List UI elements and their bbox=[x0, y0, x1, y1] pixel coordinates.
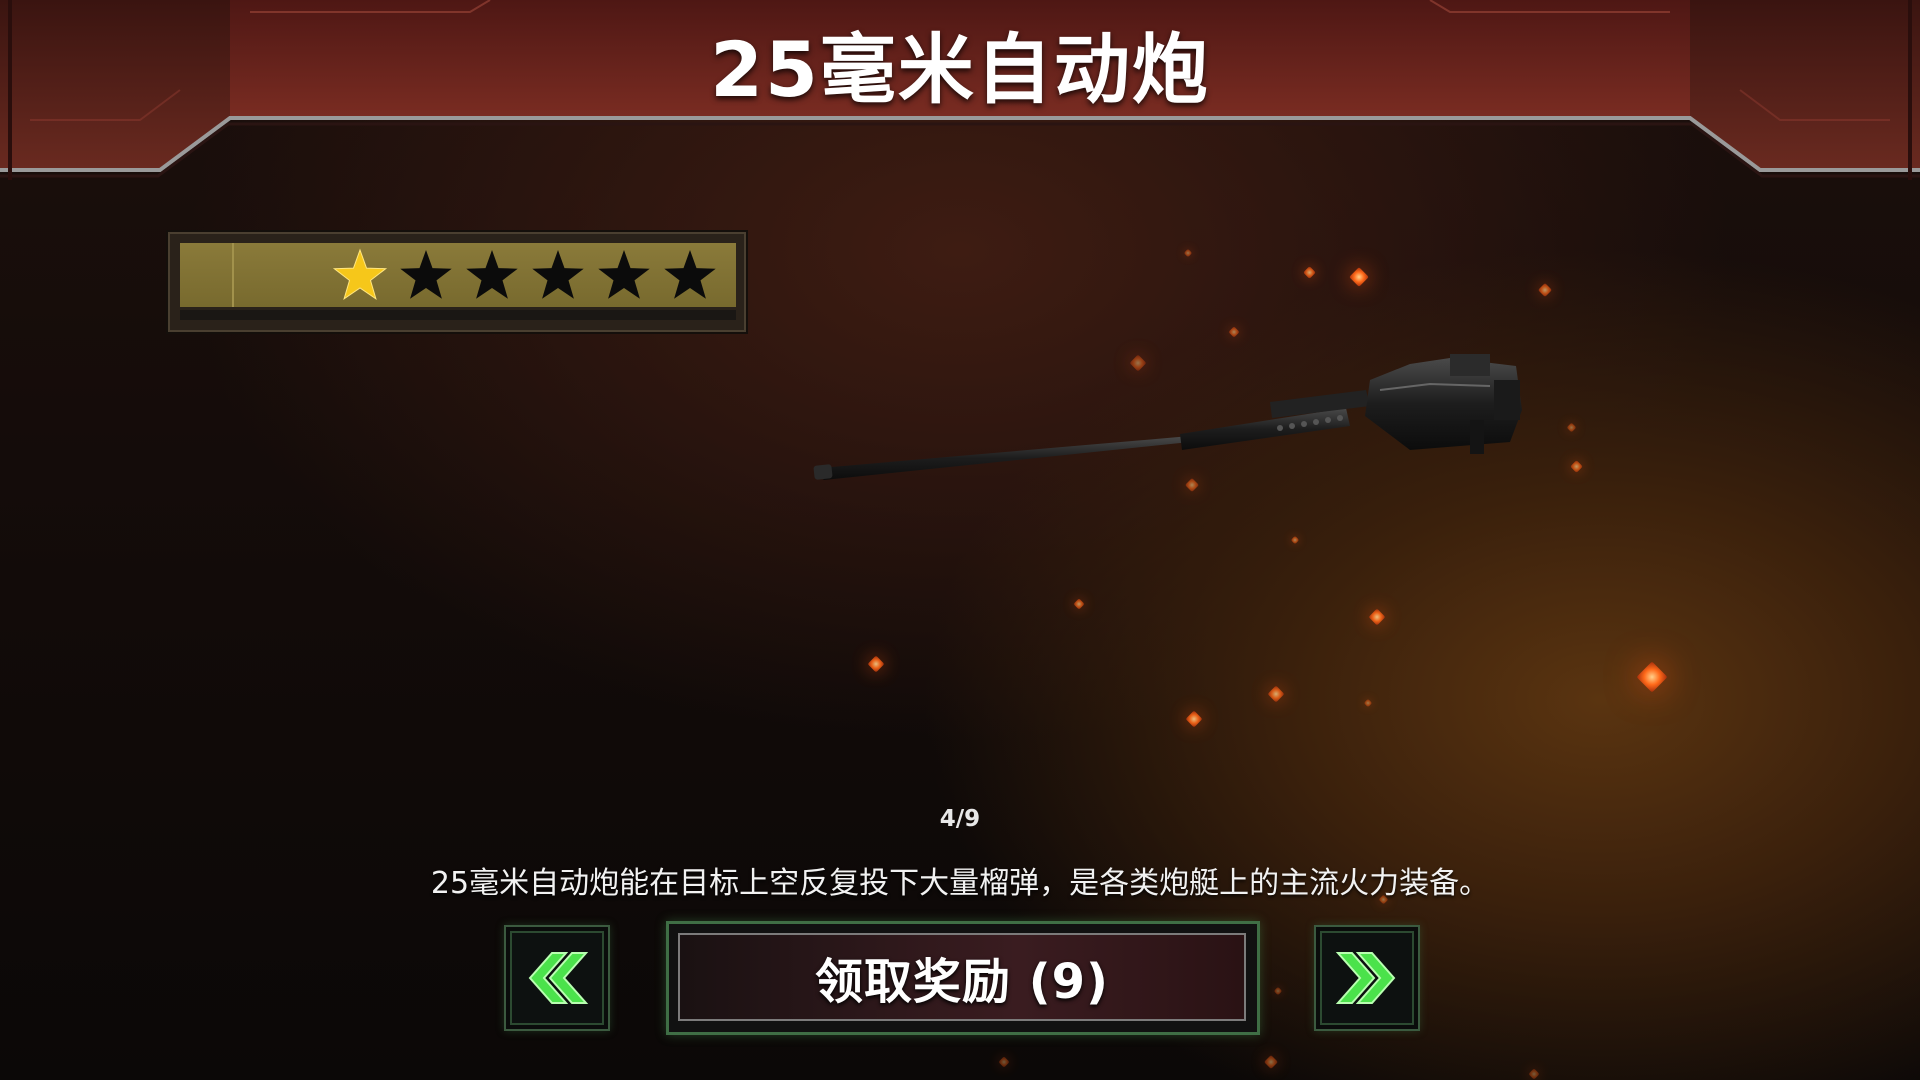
star-rating bbox=[168, 232, 746, 332]
ember-particle bbox=[1073, 598, 1085, 610]
page-counter: 4/9 bbox=[939, 806, 981, 832]
ember-particle bbox=[1636, 661, 1668, 693]
ember-particle bbox=[1303, 266, 1316, 279]
star-progress-bar bbox=[180, 310, 736, 320]
previous-button[interactable] bbox=[504, 925, 610, 1031]
title-banner: 25毫米自动炮 bbox=[0, 0, 1920, 180]
ember-particle bbox=[1267, 685, 1285, 703]
ember-particle bbox=[1537, 282, 1553, 298]
page-title: 25毫米自动炮 bbox=[710, 25, 1210, 114]
ember-particle bbox=[1570, 460, 1583, 473]
star-icon bbox=[398, 248, 454, 304]
claim-reward-label: 领取奖励 (9) bbox=[815, 954, 1109, 1010]
ember-particle bbox=[867, 655, 885, 673]
claim-reward-button-face: 领取奖励 (9) bbox=[678, 933, 1246, 1021]
ember-particle bbox=[1228, 326, 1240, 338]
ember-particle bbox=[1528, 1068, 1540, 1080]
ember-particle bbox=[1183, 248, 1193, 258]
star-rating-divider bbox=[232, 243, 234, 307]
star-icon bbox=[332, 248, 388, 304]
ember-particle bbox=[1363, 698, 1373, 708]
ember-particle bbox=[1263, 1054, 1279, 1070]
claim-reward-button[interactable]: 领取奖励 (9) bbox=[666, 921, 1260, 1035]
next-button[interactable] bbox=[1314, 925, 1420, 1031]
ember-particle bbox=[998, 1056, 1010, 1068]
chevron-double-left-icon bbox=[528, 952, 589, 1004]
star-icon bbox=[662, 248, 718, 304]
ember-particle bbox=[1349, 267, 1369, 287]
ember-particle bbox=[1290, 535, 1300, 545]
star-icon bbox=[464, 248, 520, 304]
ember-particle bbox=[1566, 422, 1577, 433]
ember-particle bbox=[1273, 986, 1283, 996]
chevron-double-right-icon bbox=[1335, 952, 1396, 1004]
star-rating-background bbox=[180, 243, 736, 307]
star-icon bbox=[530, 248, 586, 304]
ember-particle bbox=[1185, 710, 1203, 728]
autocannon-weapon-image bbox=[813, 354, 1522, 480]
ember-particle bbox=[1368, 608, 1386, 626]
star-icon bbox=[596, 248, 652, 304]
item-description: 25毫米自动炮能在目标上空反复投下大量榴弹，是各类炮艇上的主流火力装备。 bbox=[430, 866, 1490, 901]
